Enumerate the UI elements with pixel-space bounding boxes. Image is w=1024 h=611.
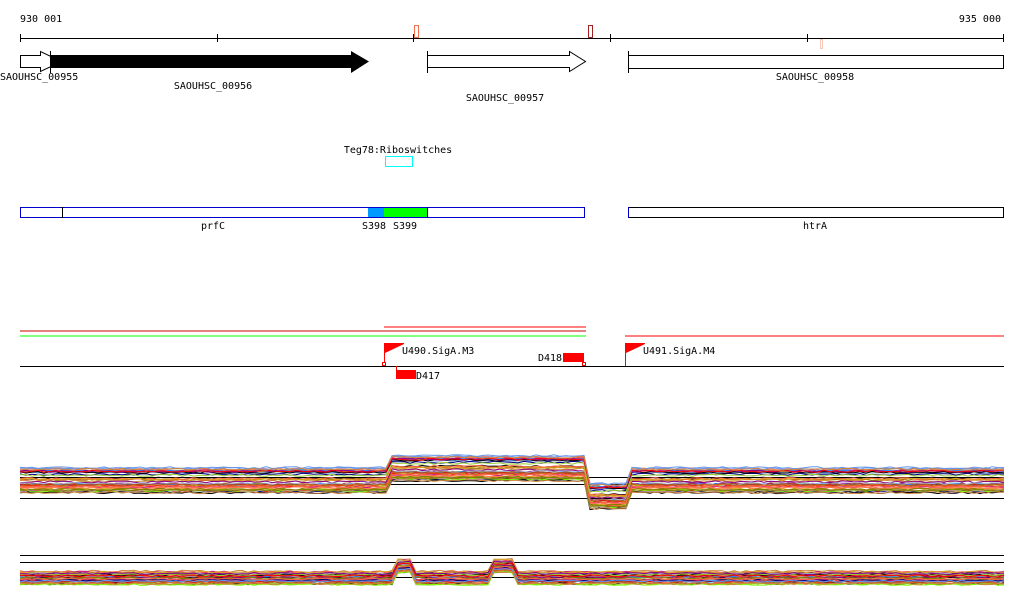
operon-prfC[interactable] — [20, 207, 585, 218]
ruler-start-label: 930 001 — [20, 14, 62, 25]
segment-S398[interactable] — [368, 207, 384, 218]
terminator-D418[interactable]: D418 — [538, 353, 586, 366]
gene-label: SAOUHSC_00955 — [0, 72, 78, 83]
operon-htrA[interactable] — [628, 207, 1004, 218]
terminator-label: D418 — [538, 353, 562, 364]
promoter-label: U491.SigA.M4 — [643, 346, 715, 357]
riboswitch-label: Teg78:Riboswitches — [344, 145, 452, 156]
coordinate-ruler: 930 001 935 000 — [20, 14, 1004, 49]
gene-label: SAOUHSC_00958 — [776, 72, 854, 83]
ruler-end-label: 935 000 — [959, 14, 1001, 25]
gene-SAOUHSC_00956[interactable]: SAOUHSC_00956 — [50, 51, 369, 92]
riboswitch-box — [385, 156, 413, 167]
marker-feature[interactable] — [414, 25, 419, 38]
gene-SAOUHSC_00957[interactable]: SAOUHSC_00957 — [427, 50, 587, 104]
segment-label-S399: S399 — [393, 221, 417, 232]
terminator-D417[interactable]: D417 — [396, 366, 440, 382]
transcription-track: U490.SigA.M3 D418 D417 U491.SigA.M4 — [20, 326, 1004, 382]
promoter-label: U490.SigA.M3 — [402, 346, 474, 357]
operon-track: prfC S398 S399 htrA — [20, 207, 1004, 232]
gene-track: SAOUHSC_00955 SAOUHSC_00956 SAOUHSC_0095… — [0, 50, 1004, 104]
genome-browser: 930 001 935 000 SAOUHSC_00955 SAOUHSC_00… — [0, 14, 1005, 586]
gene-label: SAOUHSC_00956 — [174, 81, 252, 92]
segment-label-S398: S398 — [362, 221, 386, 232]
segment-S399[interactable] — [384, 207, 427, 218]
expression-panel-1 — [19, 454, 1005, 511]
gene-label: SAOUHSC_00957 — [466, 93, 544, 104]
marker-feature[interactable] — [820, 39, 823, 49]
riboswitch-feature[interactable]: Teg78:Riboswitches — [344, 145, 452, 167]
operon-label-prfC: prfC — [201, 221, 225, 232]
terminator-label: D417 — [416, 371, 440, 382]
expression-panel-2 — [19, 555, 1005, 586]
promoter-U491[interactable]: U491.SigA.M4 — [625, 343, 716, 366]
gene-SAOUHSC_00958[interactable]: SAOUHSC_00958 — [628, 51, 1004, 83]
promoter-U490[interactable]: U490.SigA.M3 — [382, 343, 475, 366]
operon-label-htrA: htrA — [803, 221, 827, 232]
marker-feature[interactable] — [588, 25, 593, 38]
